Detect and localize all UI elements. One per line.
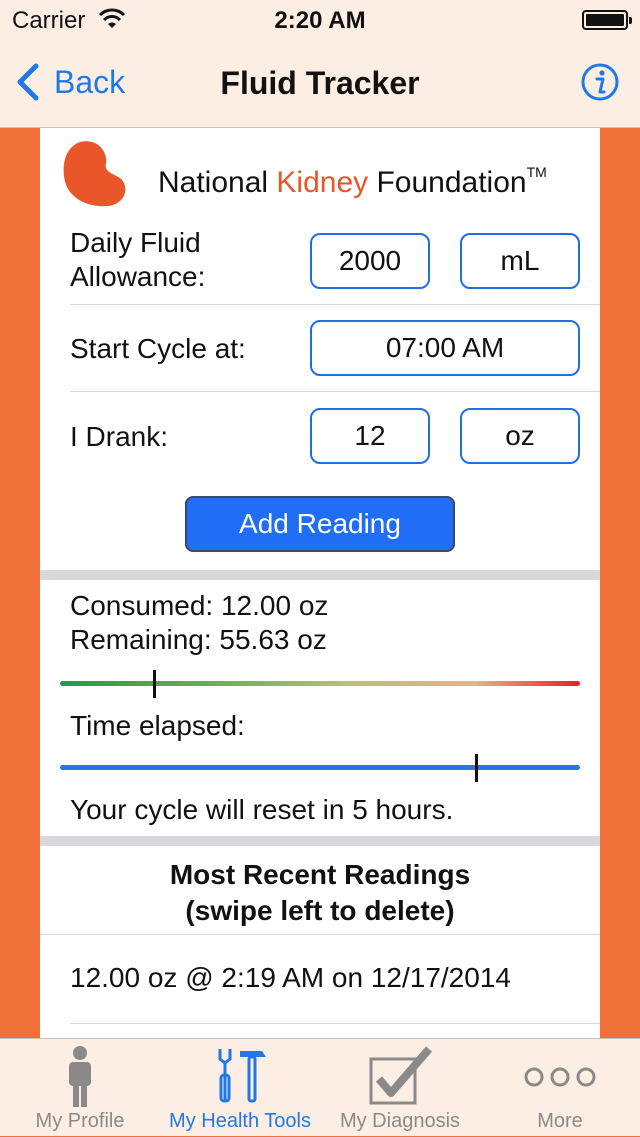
trademark: TM: [526, 164, 547, 180]
battery-icon: [582, 10, 632, 30]
recent-title-line: Most Recent Readings: [169, 859, 471, 890]
cycle-reset-text: Your cycle will reset in 5 hours.: [70, 794, 454, 825]
allowance-value-field[interactable]: 2000: [310, 233, 430, 289]
more-icon: [524, 1067, 596, 1087]
time-elapsed-label: Time elapsed:: [70, 710, 245, 741]
consumed-text: Consumed: 12.00 oz: [70, 590, 329, 621]
tab-label: My Diagnosis: [339, 1110, 461, 1132]
allowance-label: Daily Fluid Allowance:: [70, 226, 205, 294]
drank-value-field[interactable]: 12: [310, 408, 430, 464]
tab-my-health-tools[interactable]: My Health Tools: [160, 1039, 320, 1137]
divider: [70, 1023, 600, 1024]
consumption-marker: [152, 670, 156, 698]
divider: [70, 391, 600, 392]
org-name-part: National: [158, 166, 277, 199]
org-name-part: Foundation: [368, 166, 527, 199]
status-time: 2:20 AM: [274, 7, 366, 34]
start-cycle-field[interactable]: 07:00 AM: [310, 320, 580, 376]
recent-subtitle-line: (swipe left to delete): [185, 895, 455, 926]
tab-bar: My Profile My Health Tools My Diagnosis …: [0, 1038, 640, 1136]
kidney-logo-icon: [63, 141, 126, 207]
tab-my-diagnosis[interactable]: My Diagnosis: [320, 1039, 480, 1137]
tools-icon: [218, 1049, 266, 1103]
section-separator: [40, 570, 600, 580]
drank-unit-field[interactable]: oz: [460, 408, 580, 464]
start-cycle-label: Start Cycle at:: [70, 333, 246, 364]
time-elapsed-bar: [60, 765, 580, 770]
tab-label: My Profile: [35, 1110, 125, 1132]
navigation-bar: Back Fluid Tracker: [0, 40, 640, 128]
drank-label: I Drank:: [70, 421, 169, 452]
remaining-text: Remaining: 55.63 oz: [70, 624, 327, 655]
organization-name: National Kidney FoundationTM: [158, 164, 547, 200]
consumption-bar: [60, 681, 580, 686]
section-separator: [40, 836, 600, 846]
info-icon[interactable]: [580, 62, 620, 102]
add-reading-button[interactable]: Add Reading: [185, 496, 455, 552]
divider: [40, 934, 600, 935]
divider: [70, 304, 600, 305]
allowance-unit-field[interactable]: mL: [460, 233, 580, 289]
tab-more[interactable]: More: [480, 1039, 640, 1137]
list-item[interactable]: 12.00 oz @ 2:19 AM on 12/17/2014: [70, 962, 511, 994]
status-bar: Carrier 2:20 AM: [0, 0, 640, 40]
allowance-label-line: Daily Fluid: [70, 227, 201, 258]
tab-label: More: [537, 1110, 583, 1132]
recent-readings-title: Most Recent Readings (swipe left to dele…: [40, 857, 600, 929]
org-name-highlight: Kidney: [276, 166, 369, 199]
checkbox-icon: [369, 1046, 433, 1105]
person-icon: [69, 1046, 91, 1107]
tab-label: My Health Tools: [169, 1110, 311, 1132]
main-panel: National Kidney FoundationTM Daily Fluid…: [40, 128, 600, 1038]
time-elapsed-marker: [475, 754, 478, 782]
allowance-label-line: Allowance:: [70, 261, 206, 292]
tab-my-profile[interactable]: My Profile: [0, 1039, 160, 1137]
page-title: Fluid Tracker: [220, 65, 420, 101]
